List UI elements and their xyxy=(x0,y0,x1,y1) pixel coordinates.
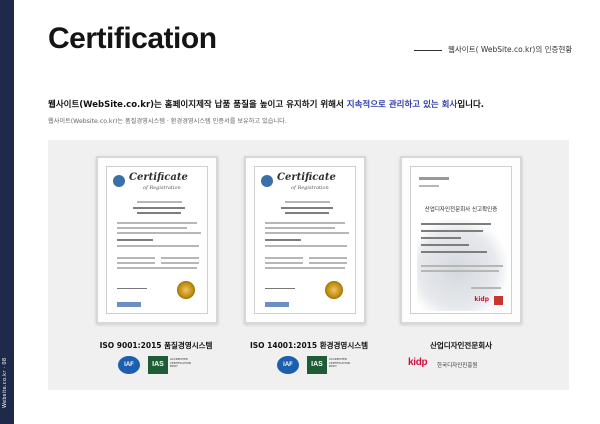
doc-text-line xyxy=(137,201,182,203)
headline-highlight: 지속적으로 관리하고 있는 회사 xyxy=(346,100,458,110)
certificate-heading: Certificate xyxy=(129,172,188,183)
accreditation-marks-icon xyxy=(265,302,289,307)
doc-text-line xyxy=(285,212,329,214)
ias-logo-icon: IAS xyxy=(307,356,327,374)
title-divider xyxy=(414,50,442,51)
certificate-design-company-frame: 산업디자인전문회사 신고확인증 kidp xyxy=(400,156,522,324)
accreditation-marks-icon xyxy=(117,302,141,307)
doc-text-line xyxy=(421,270,499,272)
doc-text-line xyxy=(265,257,303,259)
issuer-name: 한국디자인진흥원 xyxy=(437,363,478,369)
doc-text-line xyxy=(161,257,199,259)
ias-accreditation-note: ACCREDITED CERTIFICATION BODY xyxy=(170,357,191,368)
intro-headline: 웹사이트(WebSite.co.kr)는 홈페이지제작 납품 품질을 높이고 유… xyxy=(48,98,484,110)
doc-text-line xyxy=(117,267,197,269)
doc-text-line xyxy=(265,267,345,269)
doc-text-line xyxy=(421,251,487,253)
gold-seal-icon xyxy=(325,281,343,299)
kidp-logo-icon: kidp xyxy=(408,357,428,368)
doc-text-line xyxy=(265,262,303,264)
doc-text-line xyxy=(117,245,199,247)
caption-design-company: 산업디자인전문회사 xyxy=(429,341,493,350)
doc-text-line xyxy=(265,239,301,241)
doc-text-line xyxy=(281,207,333,209)
signature-line xyxy=(265,280,295,289)
doc-text-line xyxy=(471,287,501,289)
certificate-document: Certificate of Registration xyxy=(254,166,356,314)
doc-text-line xyxy=(419,185,439,187)
caption-iso14001: ISO 14001:2015 환경경영시스템 xyxy=(249,341,369,350)
certificate-heading: Certificate xyxy=(277,172,336,183)
doc-number-line xyxy=(419,177,449,180)
certificate-subheading: of Registration xyxy=(291,185,329,191)
iaf-logo-icon: IAF xyxy=(118,356,140,374)
doc-text-line xyxy=(137,212,181,214)
sidebar-strip: Website.co.kr · 08 xyxy=(0,0,14,424)
headline-text-start: 웹사이트(WebSite.co.kr)는 홈페이지제작 납품 품질을 높이고 유… xyxy=(48,100,347,110)
page-subtitle: 웹사이트( WebSite.co.kr)의 인증현황 xyxy=(448,45,573,54)
red-stamp-icon xyxy=(494,296,503,305)
certificate-iso9001-frame: Certificate of Registration xyxy=(96,156,218,324)
doc-text-line xyxy=(117,262,155,264)
doc-text-line xyxy=(161,262,199,264)
doc-text-line xyxy=(117,239,153,241)
doc-text-line xyxy=(265,245,347,247)
page-title: Certification xyxy=(48,22,217,55)
doc-text-line xyxy=(421,244,469,246)
doc-text-line xyxy=(265,232,349,234)
headline-text-end: 입니다. xyxy=(457,100,485,110)
ias-logo-icon: IAS xyxy=(148,356,168,374)
gold-seal-icon xyxy=(177,281,195,299)
doc-text-line xyxy=(117,222,197,224)
signature-line xyxy=(117,280,147,289)
certificate-document: 산업디자인전문회사 신고확인증 kidp xyxy=(410,166,512,314)
doc-text-line xyxy=(309,262,347,264)
doc-text-line xyxy=(285,201,330,203)
doc-text-line xyxy=(421,237,461,239)
doc-text-line xyxy=(117,227,187,229)
caption-iso9001: ISO 9001:2015 품질경영시스템 xyxy=(99,341,213,350)
doc-text-line xyxy=(421,223,491,225)
certificate-iso14001-frame: Certificate of Registration xyxy=(244,156,366,324)
doc-text-line xyxy=(421,230,483,232)
doc-text-line xyxy=(117,232,201,234)
doc-text-line xyxy=(265,227,335,229)
sidebar-page-label: Website.co.kr · 08 xyxy=(2,357,8,408)
certificate-document: Certificate of Registration xyxy=(106,166,208,314)
doc-text-line xyxy=(133,207,185,209)
registrar-seal-icon xyxy=(113,175,125,187)
doc-text-line xyxy=(421,265,503,267)
doc-text-line xyxy=(117,257,155,259)
kidp-mark-icon: kidp xyxy=(474,296,489,303)
doc-text-line xyxy=(309,257,347,259)
registrar-seal-icon xyxy=(261,175,273,187)
iaf-logo-icon: IAF xyxy=(277,356,299,374)
certificate-heading: 산업디자인전문회사 신고확인증 xyxy=(424,207,498,213)
ias-accreditation-note: ACCREDITED CERTIFICATION BODY xyxy=(329,357,350,368)
intro-description: 웹사이트(Website.co.kr)는 품질경영시스템 · 환경경영시스템 인… xyxy=(48,118,287,125)
doc-text-line xyxy=(265,222,345,224)
certificate-subheading: of Registration xyxy=(143,185,181,191)
